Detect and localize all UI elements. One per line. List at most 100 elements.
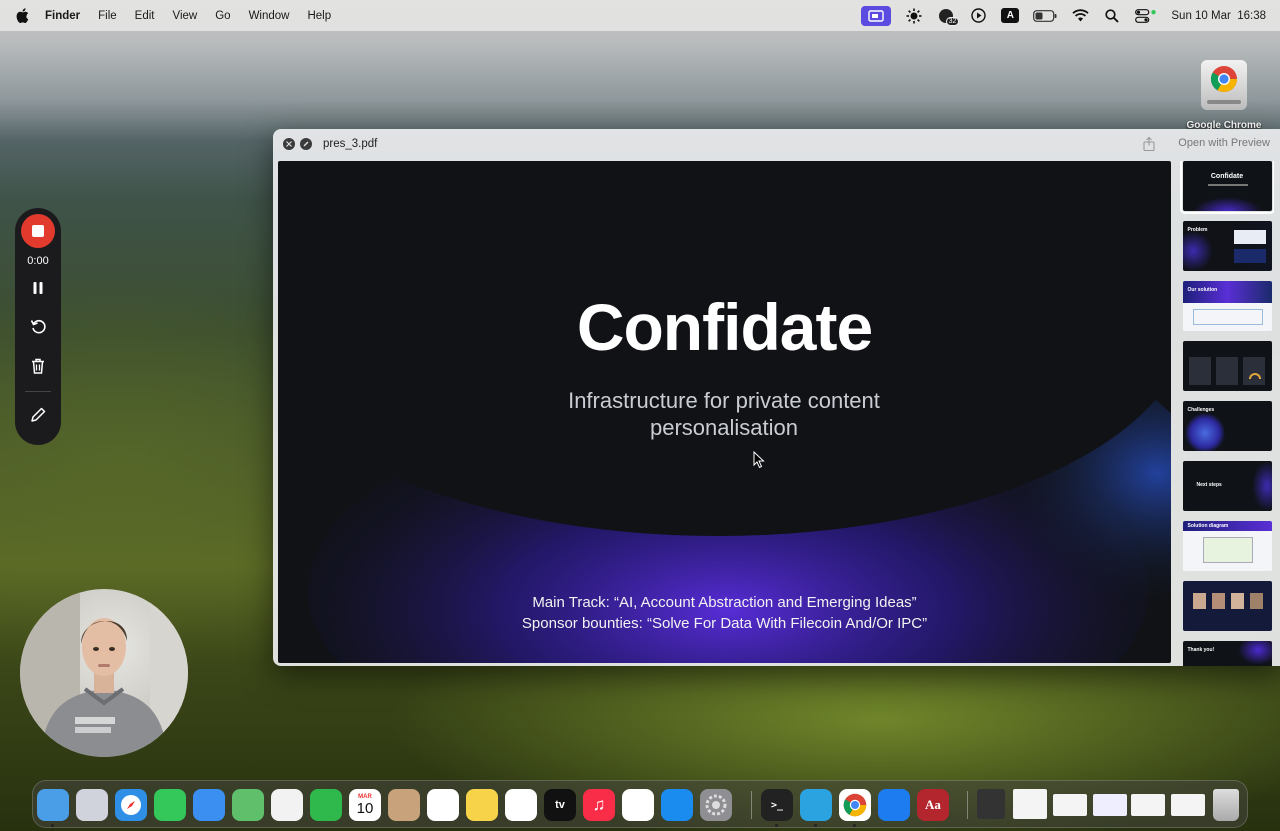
quicklook-titlebar: pres_3.pdf Open with Preview [273,129,1280,159]
brightness-icon[interactable] [905,8,923,24]
screen-share-icon[interactable] [861,5,892,26]
webcam-overlay[interactable] [20,589,188,757]
menu-go[interactable]: Go [215,10,230,22]
slide-main-track: Main Track: “AI, Account Abstraction and… [532,594,917,611]
stop-record-button[interactable] [21,214,55,248]
dock-news-icon[interactable] [622,789,654,821]
trash-icon [32,358,44,374]
menu-file[interactable]: File [98,10,117,22]
thumbnail-5[interactable]: Challenges [1182,401,1272,451]
menu-help[interactable]: Help [307,10,331,22]
running-indicator [814,824,817,827]
pause-icon [33,282,43,294]
dock: MAR 10 tv ♫ >_ Aa [32,780,1248,828]
calendar-day: 10 [356,799,374,817]
minimized-window-5[interactable] [1131,794,1165,816]
thumbnail-7[interactable]: Solution diagram [1182,521,1272,571]
dock-notes-icon[interactable] [466,789,498,821]
dock-safari-icon[interactable] [115,789,147,821]
notification-badge-icon[interactable]: 32 [937,8,960,26]
running-indicator [775,824,778,827]
trash-icon[interactable] [1213,789,1239,821]
slide-title: Confidate [576,290,873,364]
discard-button[interactable] [28,356,48,376]
share-icon[interactable] [1142,136,1156,152]
wifi-icon[interactable] [1071,8,1089,24]
recording-timer: 0:00 [27,255,49,267]
input-source-label: A [1006,10,1014,21]
restart-button[interactable] [28,316,48,336]
dock-system-settings-icon[interactable] [700,789,732,821]
dock-maps-icon[interactable] [232,789,264,821]
thumbnail-label: Our solution [1187,287,1218,293]
close-button[interactable] [283,138,295,150]
minimized-window-3[interactable] [1053,794,1087,816]
dock-music-icon[interactable]: ♫ [583,789,615,821]
annotate-button[interactable] [28,405,48,425]
presenter-video [20,589,188,757]
minimized-window-4[interactable] [1093,794,1127,816]
thumbnail-label: Challenges [1187,407,1215,413]
desktop-icon-chrome[interactable]: Google Chrome [1184,60,1264,131]
dock-chrome-icon[interactable] [839,789,871,821]
fullscreen-button[interactable] [300,138,312,150]
dock-mail-icon[interactable] [193,789,225,821]
thumbnail-label: Solution diagram [1187,523,1229,529]
thumbnail-3[interactable]: Our solution [1182,281,1272,331]
running-indicator [853,824,856,827]
minimized-window-6[interactable] [1171,794,1205,816]
dock-app-store-icon[interactable] [661,789,693,821]
thumbnail-label: Confidate [1210,173,1244,180]
slide-subtitle: Infrastructure for private content perso… [568,388,880,440]
dock-dictionary-icon[interactable]: Aa [917,789,949,821]
dock-facetime-icon[interactable] [310,789,342,821]
open-with-preview-button[interactable]: Open with Preview [1178,137,1270,149]
battery-icon[interactable] [1033,8,1057,24]
dictionary-label: Aa [925,797,941,812]
dock-calendar-icon[interactable]: MAR 10 [349,789,381,821]
thumbnail-4[interactable] [1182,341,1272,391]
play-icon[interactable] [969,8,987,24]
file-name: pres_3.pdf [323,138,378,150]
toolbar-divider [25,391,51,392]
search-icon[interactable] [1103,8,1121,24]
dock-telegram-icon[interactable] [800,789,832,821]
dock-messages-icon[interactable] [154,789,186,821]
keyboard-input-icon[interactable]: A [1001,8,1020,23]
pause-button[interactable] [28,278,48,298]
dock-freeform-icon[interactable] [505,789,537,821]
dock-contacts-icon[interactable] [388,789,420,821]
minimized-window-1[interactable] [977,789,1005,819]
apple-icon[interactable] [16,8,29,23]
menu-view[interactable]: View [173,10,198,22]
dock-photos-icon[interactable] [271,789,303,821]
dock-launchpad-icon[interactable] [76,789,108,821]
menu-window[interactable]: Window [249,10,290,22]
slide-preview: Confidate Infrastructure for private con… [278,161,1171,663]
menu-app-name[interactable]: Finder [45,10,80,22]
tv-label: tv [555,799,565,811]
thumbnail-6[interactable]: Next steps [1182,461,1272,511]
dock-tv-icon[interactable]: tv [544,789,576,821]
thumbnail-1[interactable]: Confidate [1180,161,1274,214]
thumbnail-9[interactable]: Thank you! [1182,641,1272,666]
slide-sponsor-bounties: Sponsor bounties: “Solve For Data With F… [521,615,928,632]
menubar-clock[interactable]: Sun 10 Mar 16:38 [1171,10,1266,22]
menu-edit[interactable]: Edit [135,10,155,22]
dock-divider [751,791,752,819]
control-center-icon[interactable] [1135,8,1157,24]
dock-xcode-icon[interactable] [878,789,910,821]
running-indicator [51,824,54,827]
stop-record-icon [32,225,44,237]
thumbnail-2[interactable]: Problem [1182,221,1272,271]
thumbnail-8[interactable] [1182,581,1272,631]
dock-terminal-icon[interactable]: >_ [761,789,793,821]
thumbnail-label: Thank you! [1187,647,1215,653]
dock-reminders-icon[interactable] [427,789,459,821]
restart-icon [30,319,46,333]
chrome-installer-disk-icon [1201,60,1247,110]
thumbnail-label: Next steps [1196,482,1222,488]
screen-recorder-toolbar: 0:00 [15,208,61,445]
minimized-window-2[interactable] [1013,789,1047,819]
dock-finder-icon[interactable] [37,789,69,821]
